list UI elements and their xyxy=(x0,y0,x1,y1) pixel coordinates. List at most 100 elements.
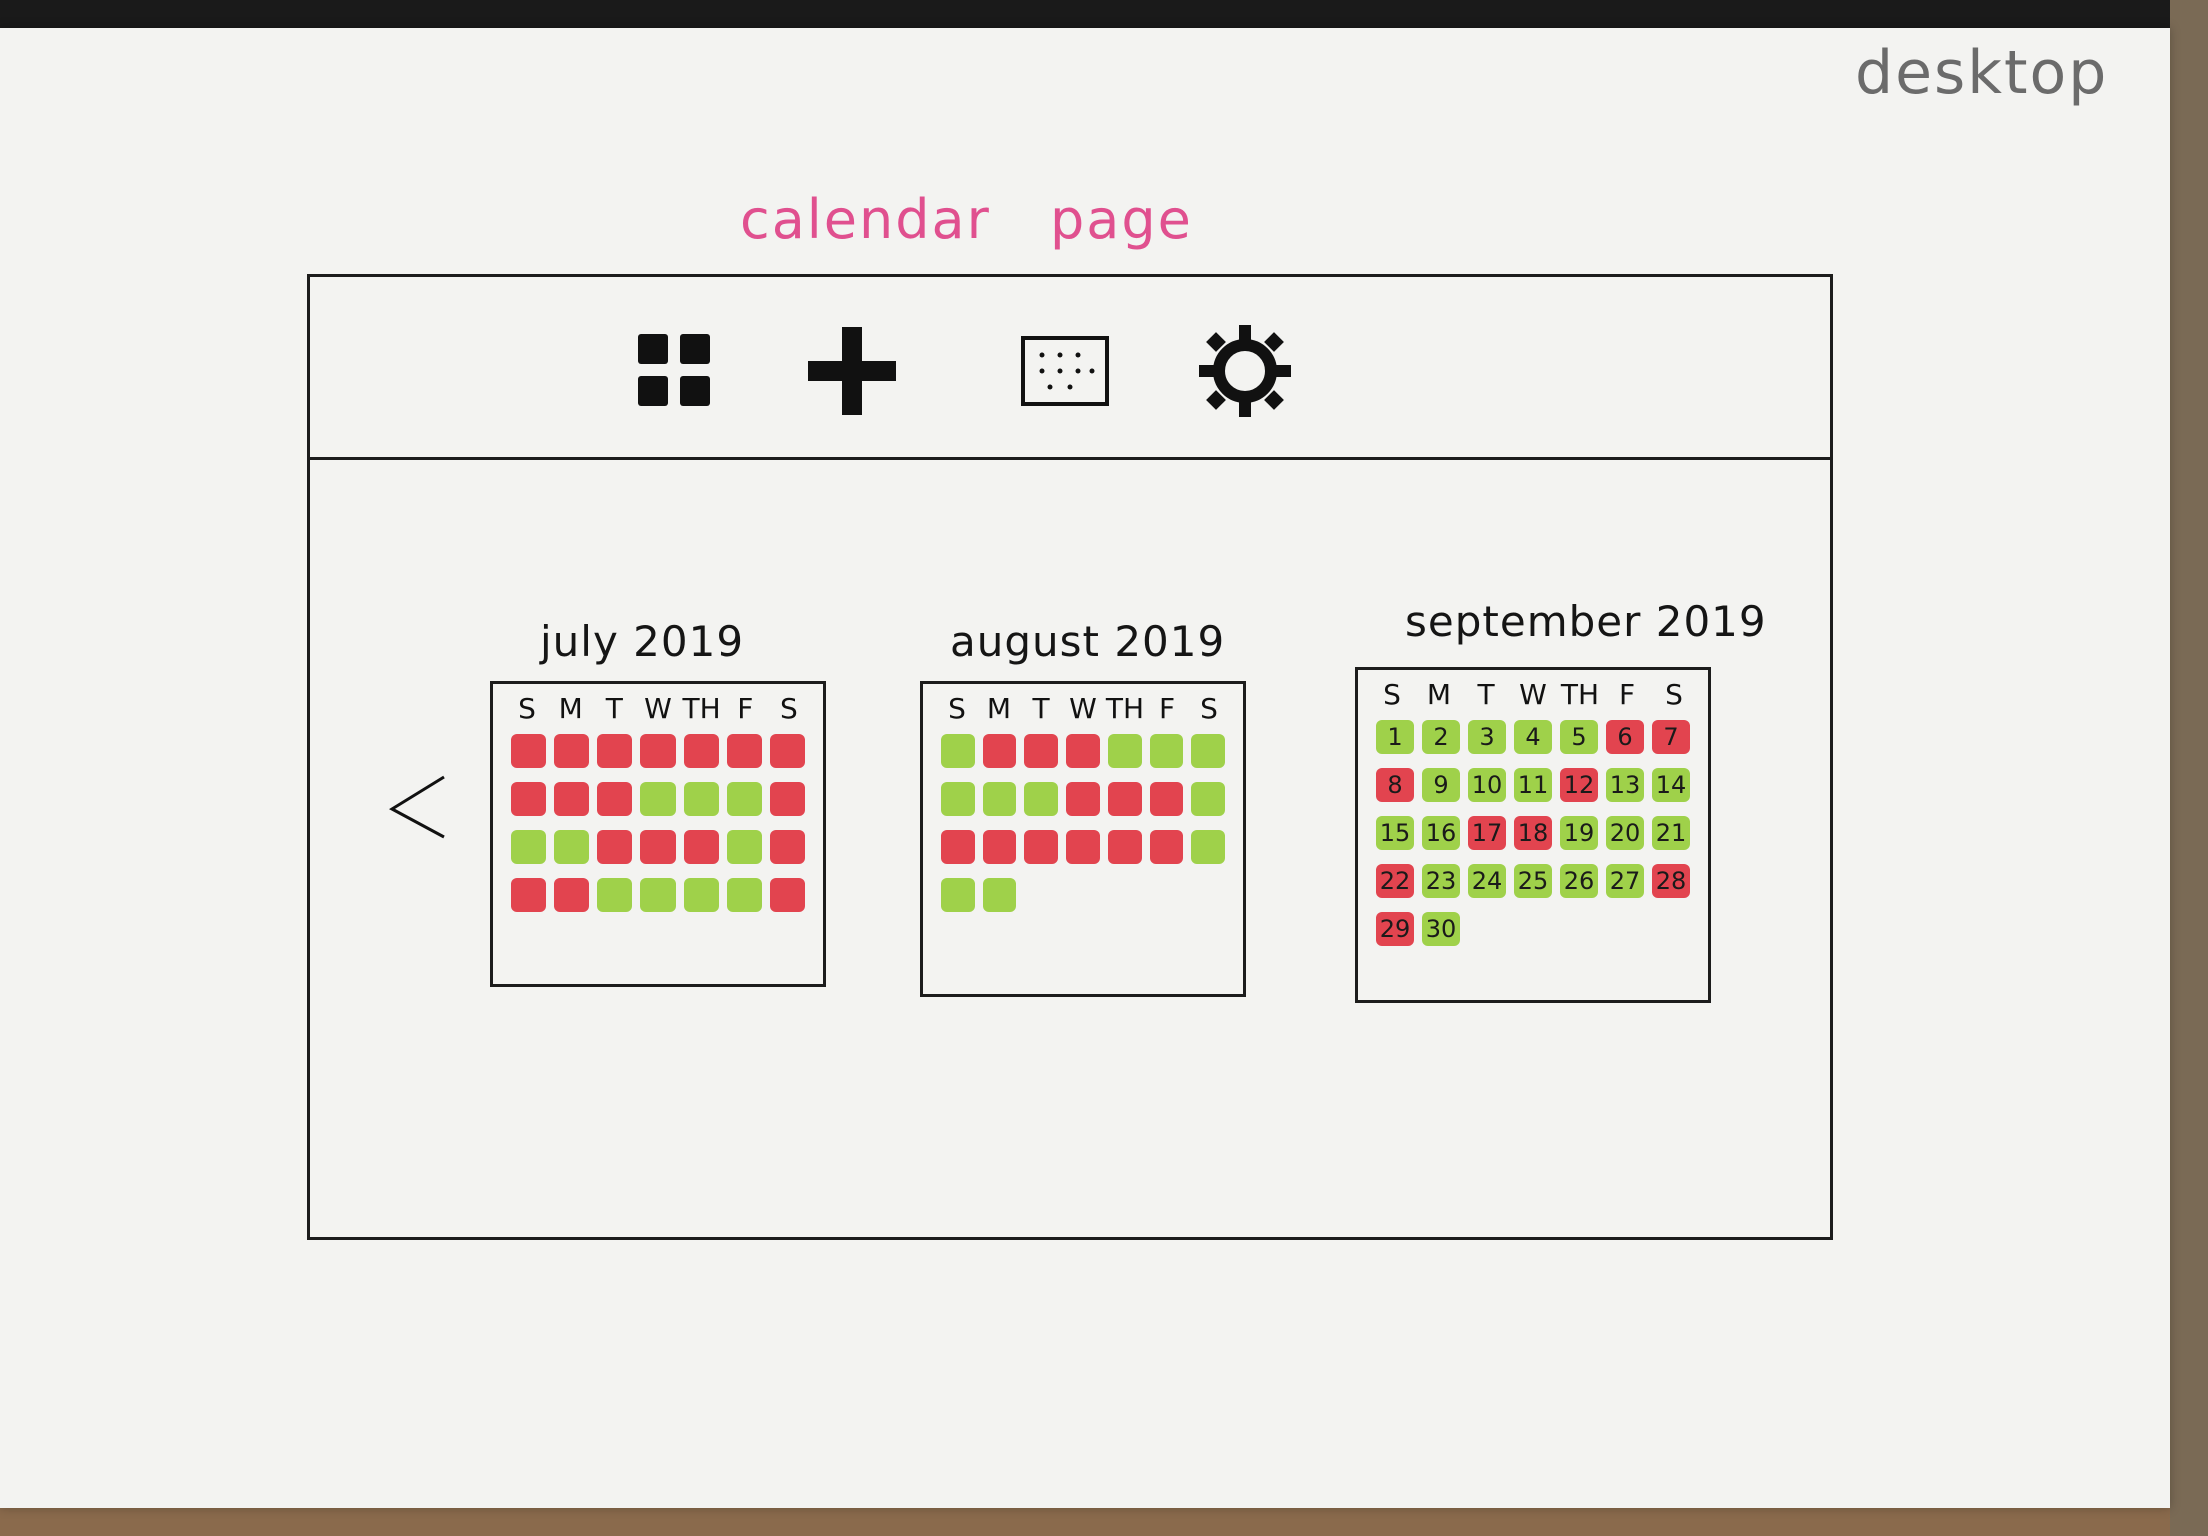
day-cell-free[interactable] xyxy=(1191,830,1225,864)
day-cell-free[interactable] xyxy=(1024,782,1059,816)
day-cell-busy[interactable] xyxy=(554,734,590,768)
day-cell-free[interactable] xyxy=(1107,734,1142,768)
day-cell-free[interactable] xyxy=(941,734,975,768)
day-cell-free[interactable] xyxy=(1191,734,1225,768)
day-cell-free[interactable] xyxy=(683,782,719,816)
day-cell-free[interactable]: 13 xyxy=(1606,768,1644,802)
day-cell-free[interactable] xyxy=(1191,782,1225,816)
day-cell-free[interactable] xyxy=(597,878,633,912)
calendar-button[interactable] xyxy=(1010,321,1120,421)
backdrop-top xyxy=(0,0,2208,28)
day-cell-free[interactable] xyxy=(683,878,719,912)
grid-button[interactable] xyxy=(620,321,730,421)
empty-day-cell xyxy=(1606,912,1644,946)
day-cell-busy[interactable] xyxy=(769,782,805,816)
day-cell-busy[interactable] xyxy=(511,782,547,816)
day-cell-busy[interactable] xyxy=(769,830,805,864)
day-cell-busy[interactable] xyxy=(982,830,1017,864)
page-heading: calendar page xyxy=(740,188,1193,251)
weekday-header-row: S M T W TH F S xyxy=(507,692,809,732)
day-cell-free[interactable] xyxy=(726,830,762,864)
day-cell-free[interactable] xyxy=(726,878,762,912)
weekday-header: W xyxy=(644,692,672,725)
day-cell-free[interactable]: 2 xyxy=(1422,720,1460,754)
day-cell-busy[interactable] xyxy=(941,830,975,864)
day-cell-busy[interactable] xyxy=(1066,782,1100,816)
day-cell-free[interactable]: 15 xyxy=(1376,816,1414,850)
day-cell-busy[interactable] xyxy=(1149,782,1184,816)
day-cell-free[interactable]: 10 xyxy=(1468,768,1506,802)
day-cell-busy[interactable]: 8 xyxy=(1376,768,1414,802)
day-cell-busy[interactable] xyxy=(982,734,1017,768)
previous-month-button[interactable] xyxy=(378,767,458,847)
day-cell-busy[interactable] xyxy=(726,734,762,768)
day-cell-free[interactable]: 14 xyxy=(1652,768,1690,802)
day-cell-free[interactable]: 3 xyxy=(1468,720,1506,754)
day-cell-busy[interactable] xyxy=(597,734,633,768)
day-cell-busy[interactable] xyxy=(640,830,676,864)
day-cell-busy[interactable] xyxy=(769,878,805,912)
day-cell-free[interactable]: 23 xyxy=(1422,864,1460,898)
day-cell-free[interactable]: 1 xyxy=(1376,720,1414,754)
day-cell-busy[interactable] xyxy=(1107,782,1142,816)
day-cell-free[interactable] xyxy=(982,782,1017,816)
day-cell-busy[interactable] xyxy=(640,734,676,768)
day-cell-free[interactable] xyxy=(640,782,676,816)
day-cell-busy[interactable] xyxy=(554,782,590,816)
empty-day-cell xyxy=(1108,878,1142,912)
gear-icon xyxy=(1199,325,1291,417)
day-cell-busy[interactable] xyxy=(1066,734,1100,768)
weekday-header: S xyxy=(1200,692,1218,725)
day-cell-busy[interactable] xyxy=(597,830,633,864)
day-cell-busy[interactable]: 29 xyxy=(1376,912,1414,946)
day-cell-busy[interactable] xyxy=(683,734,719,768)
day-cell-busy[interactable]: 12 xyxy=(1560,768,1598,802)
day-cell-free[interactable] xyxy=(554,830,590,864)
day-cell-free[interactable] xyxy=(640,878,676,912)
day-cell-busy[interactable] xyxy=(1024,830,1059,864)
day-cell-free[interactable] xyxy=(1149,734,1184,768)
day-cell-free[interactable] xyxy=(726,782,762,816)
day-cell-busy[interactable] xyxy=(554,878,590,912)
day-cell-free[interactable]: 20 xyxy=(1606,816,1644,850)
day-cell-free[interactable] xyxy=(511,830,547,864)
day-cell-free[interactable]: 21 xyxy=(1652,816,1690,850)
day-cell-free[interactable]: 5 xyxy=(1560,720,1598,754)
weekday-header: T xyxy=(1477,678,1495,711)
day-cell-free[interactable] xyxy=(941,782,975,816)
day-cell-busy[interactable]: 7 xyxy=(1652,720,1690,754)
day-cell-free[interactable]: 9 xyxy=(1422,768,1460,802)
settings-button[interactable] xyxy=(1190,321,1300,421)
day-cell-busy[interactable] xyxy=(1149,830,1184,864)
day-cell-free[interactable]: 30 xyxy=(1422,912,1460,946)
weekday-header: TH xyxy=(682,692,721,725)
day-cell-free[interactable]: 16 xyxy=(1422,816,1460,850)
day-cell-free[interactable]: 19 xyxy=(1560,816,1598,850)
day-cell-free[interactable]: 26 xyxy=(1560,864,1598,898)
day-cell-busy[interactable] xyxy=(1066,830,1100,864)
day-cell-free[interactable]: 27 xyxy=(1606,864,1644,898)
weekday-header: F xyxy=(1618,678,1636,711)
day-cell-busy[interactable] xyxy=(1107,830,1142,864)
day-cell-busy[interactable]: 6 xyxy=(1606,720,1644,754)
day-cell-free[interactable]: 4 xyxy=(1514,720,1552,754)
day-cell-busy[interactable] xyxy=(511,734,547,768)
day-cell-busy[interactable]: 22 xyxy=(1376,864,1414,898)
weekday-header: S xyxy=(780,692,798,725)
day-cell-busy[interactable]: 18 xyxy=(1514,816,1552,850)
add-button[interactable] xyxy=(797,321,907,421)
day-cell-free[interactable] xyxy=(941,878,975,912)
day-cell-busy[interactable] xyxy=(1024,734,1059,768)
weekday-header: S xyxy=(518,692,536,725)
day-cell-busy[interactable]: 17 xyxy=(1468,816,1506,850)
day-cell-free[interactable]: 11 xyxy=(1514,768,1552,802)
day-cell-free[interactable]: 25 xyxy=(1514,864,1552,898)
day-cell-busy[interactable] xyxy=(511,878,547,912)
day-grid xyxy=(937,734,1229,912)
day-cell-busy[interactable] xyxy=(769,734,805,768)
day-cell-busy[interactable] xyxy=(597,782,633,816)
day-cell-free[interactable]: 24 xyxy=(1468,864,1506,898)
day-cell-busy[interactable]: 28 xyxy=(1652,864,1690,898)
day-cell-busy[interactable] xyxy=(683,830,719,864)
day-cell-free[interactable] xyxy=(982,878,1017,912)
